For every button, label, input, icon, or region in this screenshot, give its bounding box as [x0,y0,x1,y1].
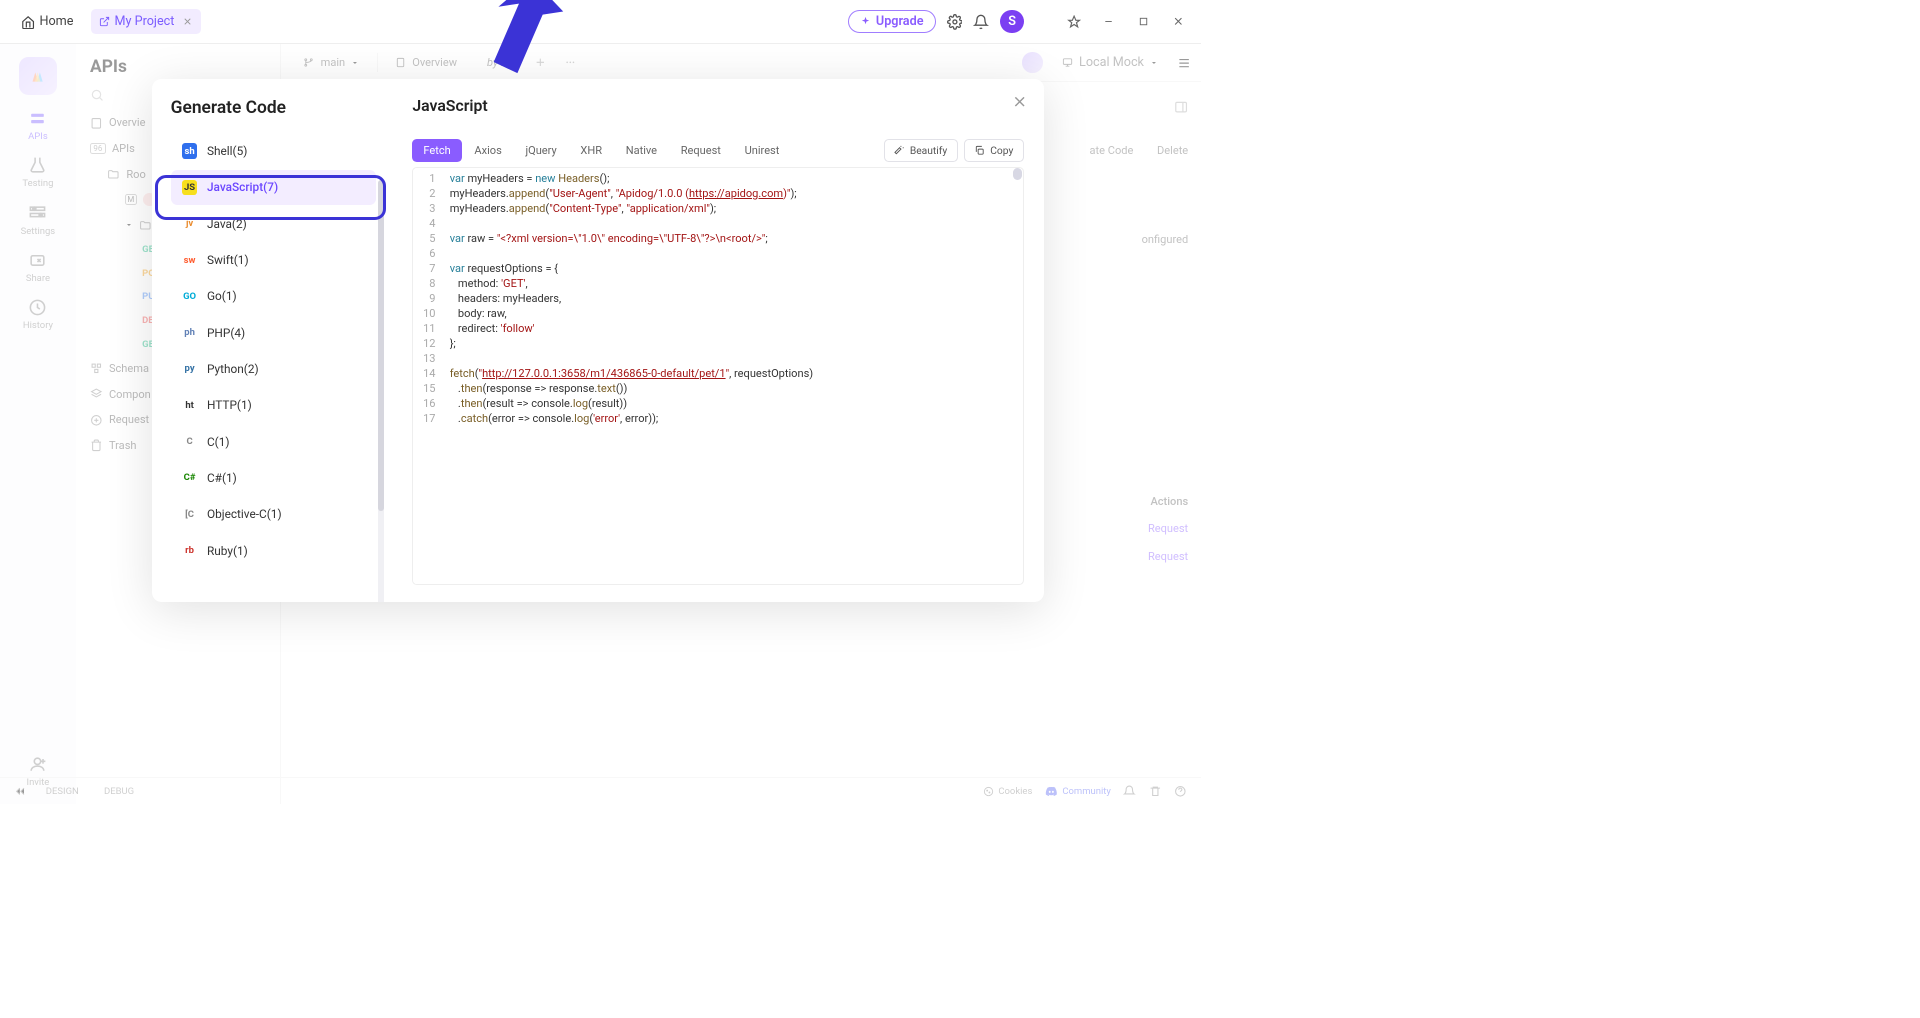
gear-icon[interactable] [947,14,963,30]
beautify-button[interactable]: Beautify [884,139,958,162]
code-tab-native[interactable]: Native [615,139,668,161]
modal-lang-list: Generate Code sh Shell(5) JS JavaScript(7) j… [152,79,392,602]
home-icon [21,15,35,29]
lang-java[interactable]: jv Java(2) [171,206,376,241]
lang-label: C#(1) [207,471,237,485]
window-close[interactable] [1166,10,1190,34]
external-icon [99,16,110,27]
lang-label: Ruby(1) [207,544,248,558]
scrollbar-thumb[interactable] [1013,168,1022,179]
code-tab-request[interactable]: Request [670,139,732,161]
modal-close-icon[interactable] [1011,93,1028,110]
lang-label: PHP(4) [207,326,245,340]
code-tab-xhr[interactable]: XHR [569,139,613,161]
scrollbar[interactable] [378,180,384,602]
project-tab-label: My Project [114,14,174,29]
lang-php[interactable]: ph PHP(4) [171,315,376,350]
lang-icon: ht [182,397,198,413]
copy-icon [974,145,985,156]
code-tab-fetch[interactable]: Fetch [412,139,461,161]
lang-label: Python(2) [207,362,259,376]
lang-python[interactable]: py Python(2) [171,352,376,387]
lang-http[interactable]: ht HTTP(1) [171,388,376,423]
project-tab[interactable]: My Project [91,9,201,33]
lang-label: Go(1) [207,289,237,303]
copy-button[interactable]: Copy [964,139,1024,162]
lang-icon: C [182,434,198,450]
lang-icon: rb [182,543,198,559]
window-maximize[interactable] [1131,10,1155,34]
lang-icon: JS [182,180,198,196]
gutter: 1234567891011121314151617 [413,168,441,584]
lang-icon: ph [182,325,198,341]
code-tabs: FetchAxiosjQueryXHRNativeRequestUnirest … [412,139,1023,162]
lang-label: Swift(1) [207,253,249,267]
code-tab-unirest[interactable]: Unirest [734,139,791,161]
pin-icon[interactable] [1062,10,1086,34]
lang-icon: sw [182,252,198,268]
code-tab-jquery[interactable]: jQuery [514,139,567,161]
generate-code-modal: Generate Code sh Shell(5) JS JavaScript(7) j… [152,79,1045,602]
modal-right-title: JavaScript [412,96,1023,115]
lang-javascript[interactable]: JS JavaScript(7) [171,170,376,205]
upgrade-label: Upgrade [876,14,924,29]
code-content: var myHeaders = new Headers(); myHeaders… [442,168,821,584]
lang-go[interactable]: GO Go(1) [171,279,376,314]
lang-ruby[interactable]: rb Ruby(1) [171,533,376,568]
lang-icon: [C [182,506,198,522]
code-tab-axios[interactable]: Axios [463,139,512,161]
lang-c[interactable]: C C(1) [171,424,376,459]
lang-label: Objective-C(1) [207,507,282,521]
home-label: Home [39,14,73,29]
code-editor[interactable]: 1234567891011121314151617 var myHeaders … [412,167,1023,585]
home-button[interactable]: Home [11,9,83,33]
upgrade-button[interactable]: Upgrade [848,10,935,33]
close-icon[interactable] [182,16,193,27]
lang-label: C(1) [207,435,230,449]
lang-c#[interactable]: C# C#(1) [171,461,376,496]
avatar[interactable]: S [1000,10,1024,34]
lang-icon: sh [182,143,198,159]
lang-label: HTTP(1) [207,398,252,412]
window-minimize[interactable] [1097,10,1121,34]
lang-label: JavaScript(7) [207,180,278,194]
bell-icon[interactable] [973,14,989,30]
lang-shell[interactable]: sh Shell(5) [171,134,376,169]
lang-label: Java(2) [207,217,247,231]
lang-label: Shell(5) [207,144,247,158]
lang-icon: GO [182,288,198,304]
lang-icon: C# [182,470,198,486]
lang-swift[interactable]: sw Swift(1) [171,243,376,278]
modal-title: Generate Code [171,98,384,118]
sparkle-icon [860,16,871,27]
titlebar: Home My Project Upgrade S [0,0,1201,44]
lang-icon: jv [182,216,198,232]
wand-icon [894,145,905,156]
lang-icon: py [182,361,198,377]
lang-objective-c[interactable]: [C Objective-C(1) [171,497,376,532]
